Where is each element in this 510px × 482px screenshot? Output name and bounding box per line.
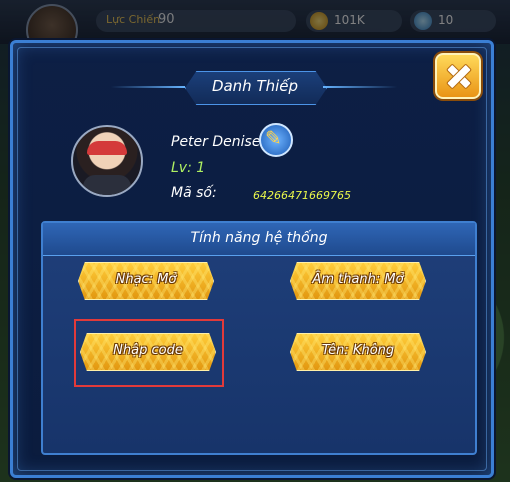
avatar-body: [83, 175, 131, 195]
edit-name-button[interactable]: ✎: [259, 123, 293, 157]
player-name: Peter Denise: [171, 134, 261, 150]
name-setting-label: Tên: Không: [321, 343, 395, 358]
player-id-label: Mã số:: [171, 185, 217, 201]
enter-code-button[interactable]: Nhập code: [80, 333, 216, 371]
music-toggle-button[interactable]: Nhạc: Mở: [78, 262, 214, 300]
title-line-right: [323, 86, 397, 88]
sound-toggle-button[interactable]: Âm thanh: Mở: [290, 262, 426, 300]
player-level: Lv: 1: [171, 160, 206, 176]
profile-card-dialog: Danh Thiếp Peter Denise ✎ Lv: 1 Mã số: 6…: [10, 40, 494, 478]
avatar-cap: [87, 141, 127, 155]
music-toggle-label: Nhạc: Mở: [115, 272, 177, 287]
close-button[interactable]: [435, 53, 481, 99]
player-avatar: [71, 125, 143, 197]
panel-header: Tính năng hệ thống: [43, 223, 475, 256]
sound-toggle-label: Âm thanh: Mở: [312, 272, 404, 287]
panel-title: Tính năng hệ thống: [190, 230, 328, 246]
enter-code-label: Nhập code: [113, 343, 183, 358]
name-setting-button[interactable]: Tên: Không: [290, 333, 426, 371]
player-id-value: 64266471669765: [253, 189, 351, 202]
pencil-icon: ✎: [265, 126, 282, 150]
title-line-left: [111, 86, 185, 88]
dialog-title-bar: Danh Thiếp: [111, 65, 397, 109]
dialog-title: Danh Thiếp: [211, 77, 299, 95]
